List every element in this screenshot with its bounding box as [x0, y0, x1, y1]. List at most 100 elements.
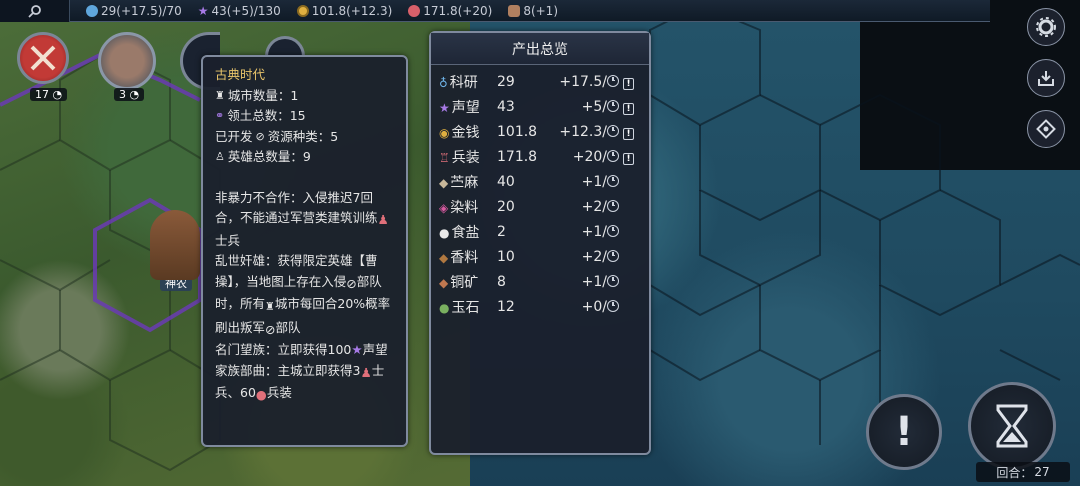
production-title: 产出总览 [431, 33, 649, 65]
turn-clock-icon [607, 149, 619, 162]
effect-caocao: 乱世奸雄：获得限定英雄【曹操】，当地图上存在入侵⊘部队时，所有♜城市每回合20%… [215, 251, 394, 340]
turn-clock-icon [607, 174, 619, 187]
jade-icon: ● [439, 300, 450, 315]
production-name: ◈ 染料 [439, 199, 479, 216]
production-delta: +17.5/ [549, 69, 619, 94]
unit-figure[interactable] [150, 210, 200, 280]
gold-resource[interactable]: 101.8(+12.3) [296, 4, 392, 18]
production-value: 29 [497, 73, 515, 90]
search-button[interactable] [0, 0, 70, 22]
production-name: ● 食盐 [439, 224, 480, 241]
era-info-panel: 古典时代 ♜ 城市数量：1 ⚭ 领土总数：15 已开发 ⊘ 资源种类：5 ♙ 英… [201, 55, 408, 447]
production-row[interactable]: ◆ 苎麻 40 +1/ [439, 169, 649, 194]
armament-resource[interactable]: 171.8(+20) [408, 4, 492, 18]
effect-noble-family: 名门望族：立即获得100★声望 [215, 342, 388, 357]
salt-icon: ● [439, 225, 450, 240]
armor-icon [408, 4, 421, 17]
production-alert-cell [619, 269, 649, 294]
war-avatar[interactable] [17, 32, 69, 84]
spice-icon: ◆ [439, 250, 449, 265]
prestige-resource[interactable]: ★ 43(+5)/130 [198, 4, 281, 18]
production-value: 171.8 [497, 148, 538, 165]
production-alert-cell: ! [619, 69, 649, 94]
city-icon: ♜ [215, 88, 225, 102]
production-value: 8 [497, 273, 506, 290]
leader-avatar-count: 3 ◔ [114, 88, 145, 101]
effect-nonviolence: 非暴力不合作：入侵推迟7回合，不能通过军营类建筑训练♟士兵 [215, 189, 389, 248]
production-delta: +1/ [549, 219, 619, 244]
production-row[interactable]: ♖ 兵装 171.8 +20/! [439, 144, 649, 169]
end-turn-button[interactable] [968, 382, 1056, 470]
turn-clock-icon [607, 249, 619, 262]
diplomacy-button[interactable] [1027, 110, 1065, 148]
settings-button[interactable] [1027, 8, 1065, 46]
crossed-swords-icon [30, 45, 56, 71]
production-delta: +2/ [549, 244, 619, 269]
science-resource[interactable]: 29(+17.5)/70 [86, 4, 182, 18]
exclamation-icon: ! [894, 409, 914, 455]
alerts-button[interactable]: ! [866, 394, 942, 470]
alert-icon[interactable]: ! [623, 153, 634, 165]
prestige-value: 43(+5)/130 [211, 3, 281, 18]
turn-clock-icon [607, 274, 619, 287]
coin-icon [296, 4, 309, 17]
production-name: ◆ 香料 [439, 249, 479, 266]
soldier-icon: ♟ [377, 212, 389, 227]
alert-icon[interactable]: ! [623, 103, 634, 115]
resource-bar: 29(+17.5)/70 ★ 43(+5)/130 101.8(+12.3) 1… [0, 0, 990, 22]
turn-clock-icon [607, 74, 619, 87]
download-icon [1038, 71, 1054, 86]
production-row[interactable]: ● 食盐 2 +1/ [439, 219, 649, 244]
production-row[interactable]: ◆ 香料 10 +2/ [439, 244, 649, 269]
production-name: ◉ 金钱 [439, 124, 480, 141]
cities-text: 城市数量：1 [227, 87, 299, 103]
coin-icon: ◉ [439, 125, 450, 140]
armor-icon: ♖ [439, 150, 450, 165]
production-alert-cell [619, 194, 649, 219]
production-row[interactable]: ◉ 金钱 101.8 +12.3/! [439, 119, 649, 144]
production-row[interactable]: ◈ 染料 20 +2/ [439, 194, 649, 219]
production-alert-cell: ! [619, 119, 649, 144]
hemp-resource[interactable]: 8(+1) [508, 4, 558, 18]
production-row[interactable]: ♁ 科研 29 +17.5/! [439, 69, 649, 94]
resources-row: 已开发 ⊘ 资源种类：5 [215, 127, 394, 148]
production-row[interactable]: ◆ 铜矿 8 +1/ [439, 269, 649, 294]
heroes-text: 英雄总数量：9 [227, 149, 311, 164]
territory-text: 领土总数：15 [227, 108, 306, 123]
production-value: 2 [497, 223, 506, 240]
production-name: ♖ 兵装 [439, 149, 480, 166]
production-name: ♁ 科研 [439, 74, 478, 91]
turn-counter: 回合： 27 [976, 462, 1070, 482]
production-row[interactable]: ★ 声望 43 +5/! [439, 94, 649, 119]
resource-type-icon: ⊘ [255, 129, 265, 143]
resources-tail-text: 资源种类：5 [267, 128, 339, 144]
production-alert-cell [619, 294, 649, 319]
save-button[interactable] [1027, 59, 1065, 97]
armor-icon: ● [255, 387, 267, 402]
production-overview-panel: 产出总览 ♁ 科研 29 +17.5/! ★ 声望 43 +5/! ◉ 金钱 101.8 +12.3/… [429, 31, 651, 455]
document-seal-icon [1036, 119, 1056, 139]
war-avatar-count: 17 ◔ [30, 88, 68, 101]
alert-icon[interactable]: ! [623, 128, 634, 140]
search-icon [27, 4, 41, 18]
hemp-icon: ◆ [439, 175, 449, 190]
cities-row: ♜ 城市数量：1 [215, 86, 394, 107]
era-effects: 非暴力不合作：入侵推迟7回合，不能通过军营类建筑训练♟士兵 乱世奸雄：获得限定英… [215, 188, 394, 406]
production-alert-cell: ! [619, 144, 649, 169]
production-delta: +20/ [549, 144, 619, 169]
armament-value: 171.8(+20) [423, 3, 493, 18]
leader-avatar[interactable] [98, 32, 156, 90]
turn-label: 回合： [996, 465, 1033, 480]
alert-icon[interactable]: ! [623, 78, 634, 90]
flask-icon [86, 4, 98, 17]
production-name: ◆ 铜矿 [439, 274, 479, 291]
production-value: 101.8 [497, 123, 538, 140]
production-value: 10 [497, 248, 515, 265]
production-alert-cell [619, 244, 649, 269]
turn-clock-icon [607, 199, 619, 212]
production-row[interactable]: ● 玉石 12 +0/ [439, 294, 649, 319]
rebel-icon: ⊘ [265, 321, 276, 337]
turn-clock-icon [607, 99, 619, 112]
heroes-row: ♙ 英雄总数量：9 [215, 147, 394, 168]
soldier-icon: ♟ [360, 364, 372, 380]
